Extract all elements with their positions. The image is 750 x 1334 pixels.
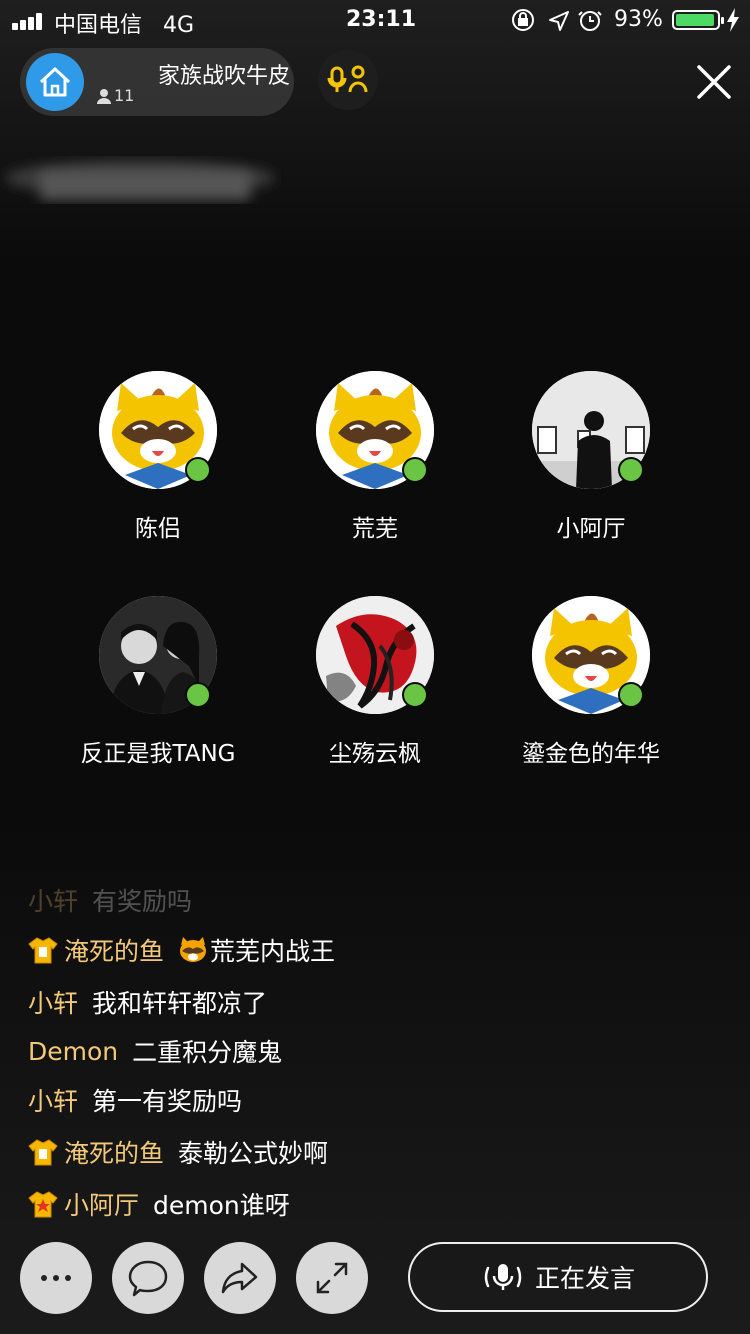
online-indicator [402, 682, 428, 708]
chat-nickname[interactable]: Demon [28, 1037, 118, 1066]
chat-message: Demon 二重积分魔鬼 [28, 1033, 282, 1069]
seat-5[interactable]: 尘殇云枫 [270, 596, 480, 796]
carrier-label: 中国电信 4G [54, 13, 195, 38]
online-indicator [402, 457, 428, 483]
member-count: 11 [96, 86, 134, 105]
chat-message: 小阿厅 demon谁呀 [28, 1186, 290, 1222]
chat-message: 淹死的鱼 荒芜内战王 [28, 932, 335, 968]
online-indicator [618, 457, 644, 483]
mic-seat-button[interactable] [318, 50, 378, 110]
charging-icon [727, 8, 739, 32]
chat-nickname[interactable]: 淹死的鱼 [64, 932, 164, 968]
seat-3[interactable]: 小阿厅 [486, 371, 696, 571]
alarm-icon [578, 11, 602, 31]
chat-text: demon谁呀 [153, 1191, 290, 1220]
room-info[interactable]: 家族战吹牛皮 11 [20, 48, 294, 116]
chat-text: 有奖励吗 [92, 887, 193, 916]
signal-icon [12, 12, 48, 30]
chat-nickname[interactable]: 小阿厅 [64, 1186, 139, 1222]
speaking-mic-icon [484, 1264, 522, 1290]
raccoon-emoji-icon [180, 937, 207, 962]
seat-2[interactable]: 荒芜 [270, 371, 480, 571]
network-label: 4G [163, 13, 195, 38]
seat-1[interactable]: 陈侣 [53, 371, 263, 571]
online-indicator [185, 457, 211, 483]
seat-4[interactable]: 反正是我TANG [53, 596, 263, 796]
chat-text: 荒芜内战王 [210, 937, 336, 966]
chat-button[interactable] [112, 1242, 184, 1314]
lock-rotation-icon [512, 9, 534, 31]
status-icons [512, 9, 602, 31]
room-logo[interactable] [26, 53, 84, 111]
expand-icon [316, 1262, 348, 1294]
chat-nickname[interactable]: 小轩 [28, 1082, 78, 1118]
blurred-banner [5, 160, 275, 200]
chat-message: 小轩 第一有奖励吗 [28, 1082, 242, 1118]
share-icon [221, 1262, 258, 1294]
more-icon [41, 1275, 71, 1281]
battery-icon [672, 10, 724, 30]
chat-nickname[interactable]: 小轩 [28, 882, 78, 918]
seat-name: 荒芜 [352, 516, 398, 542]
chat-bubble-icon [128, 1260, 168, 1297]
clock: 23:11 [346, 7, 417, 32]
seat-6[interactable]: 鎏金色的年华 [486, 596, 696, 796]
chat-nickname[interactable]: 小轩 [28, 984, 78, 1020]
battery-percent: 93% [614, 7, 663, 32]
chat-message: 淹死的鱼 泰勒公式妙啊 [28, 1134, 328, 1170]
status-bar: 中国电信 4G 23:11 93% [0, 0, 750, 40]
seat-name: 陈侣 [135, 516, 181, 542]
gold-shirt-badge-icon [28, 937, 58, 964]
chat-text: 第一有奖励吗 [92, 1087, 243, 1116]
chat-message: 小轩 我和轩轩都凉了 [28, 984, 267, 1020]
chat-message: 小轩 有奖励吗 [28, 882, 192, 918]
chat-text: 二重积分魔鬼 [132, 1038, 283, 1067]
person-icon [97, 88, 111, 104]
seat-name: 鎏金色的年华 [522, 741, 660, 767]
speak-label: 正在发言 [534, 1264, 635, 1293]
expand-button[interactable] [296, 1242, 368, 1314]
online-indicator [185, 682, 211, 708]
speak-button[interactable]: 正在发言 [408, 1242, 708, 1312]
chat-nickname[interactable]: 淹死的鱼 [64, 1134, 164, 1170]
online-indicator [618, 682, 644, 708]
gold-shirt-badge-icon [28, 1139, 58, 1166]
gold-star-badge-icon [28, 1191, 58, 1218]
location-icon [549, 11, 569, 31]
close-icon[interactable] [690, 58, 738, 106]
seat-name: 小阿厅 [556, 516, 626, 542]
seat-name: 反正是我TANG [80, 741, 236, 767]
room-title: 家族战吹牛皮 [158, 64, 291, 89]
chat-text: 泰勒公式妙啊 [178, 1139, 329, 1168]
mic-person-icon [327, 65, 368, 93]
chat-text: 我和轩轩都凉了 [92, 989, 268, 1018]
home-icon [39, 67, 71, 97]
seat-name: 尘殇云枫 [329, 741, 421, 767]
more-button[interactable] [20, 1242, 92, 1314]
share-button[interactable] [204, 1242, 276, 1314]
